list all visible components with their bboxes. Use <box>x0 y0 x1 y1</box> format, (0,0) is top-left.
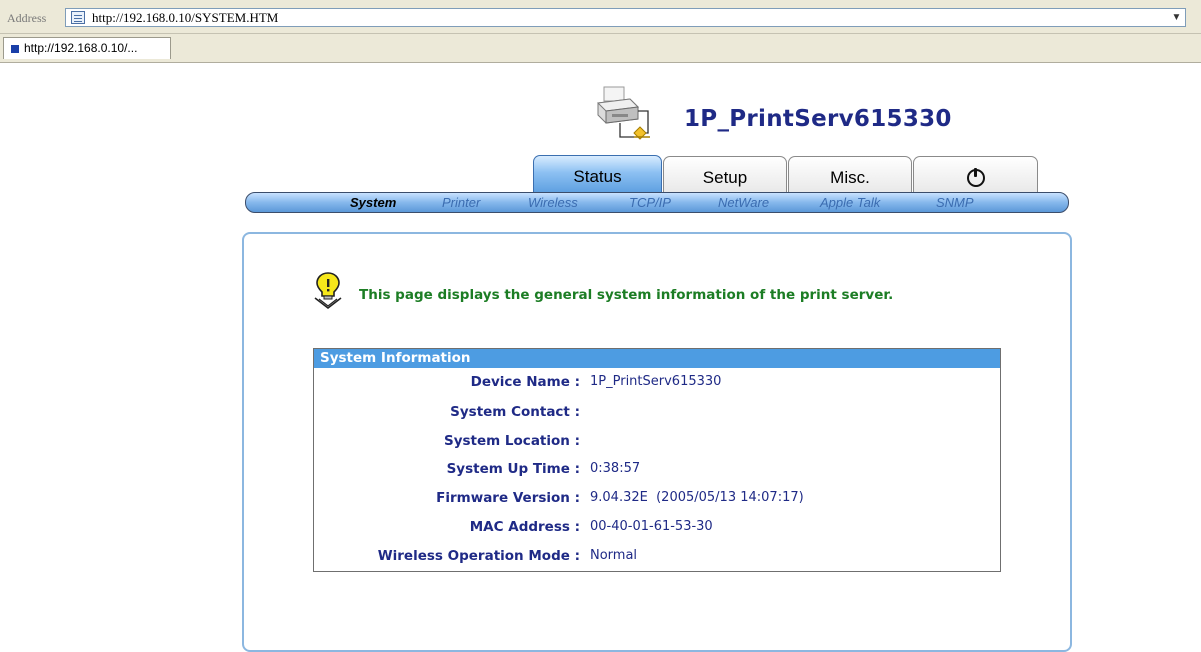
tab-misc[interactable]: Misc. <box>788 156 912 192</box>
mac-value: 00-40-01-61-53-30 <box>590 519 713 534</box>
device-name-value: 1P_PrintServ615330 <box>590 374 722 389</box>
subnav-netware[interactable]: NetWare <box>718 195 769 210</box>
info-row-uptime: System Up Time : 0:38:57 <box>314 461 1000 481</box>
system-contact-label: System Contact : <box>450 404 580 420</box>
uptime-value: 0:38:57 <box>590 461 641 476</box>
info-row-wireless-mode: Wireless Operation Mode : Normal <box>314 548 1000 568</box>
firmware-value: 9.04.32E (2005/05/13 14:07:17) <box>590 490 804 505</box>
subnav-system[interactable]: System <box>350 195 396 210</box>
tab-setup-label: Setup <box>702 168 748 187</box>
tab-status[interactable]: Status <box>533 155 662 193</box>
subnav-tcpip[interactable]: TCP/IP <box>629 195 671 210</box>
wireless-mode-label: Wireless Operation Mode : <box>377 548 580 564</box>
page-icon <box>71 11 85 24</box>
info-row-device-name: Device Name : 1P_PrintServ615330 <box>314 374 1000 394</box>
info-row-system-contact: System Contact : <box>314 404 1000 424</box>
address-input[interactable]: http://192.168.0.10/SYSTEM.HTM ▼ <box>65 8 1186 27</box>
hint-text: This page displays the general system in… <box>359 287 894 303</box>
power-icon <box>966 168 985 187</box>
device-name-label: Device Name : <box>470 374 580 390</box>
info-row-system-location: System Location : <box>314 433 1000 453</box>
device-title: 1P_PrintServ615330 <box>684 106 952 132</box>
info-row-mac: MAC Address : 00-40-01-61-53-30 <box>314 519 1000 539</box>
browser-tab[interactable]: http://192.168.0.10/... <box>3 37 171 59</box>
browser-tab-label: http://192.168.0.10/... <box>24 41 138 55</box>
sub-nav-bar: System Printer Wireless TCP/IP NetWare A… <box>245 192 1069 213</box>
mac-label: MAC Address : <box>469 519 580 535</box>
browser-tab-strip: http://192.168.0.10/... <box>0 34 1201 63</box>
subnav-wireless[interactable]: Wireless <box>528 195 578 210</box>
address-bar: Address http://192.168.0.10/SYSTEM.HTM ▼ <box>0 0 1201 34</box>
tab-status-label: Status <box>573 167 622 186</box>
address-label: Address <box>7 11 47 25</box>
system-info-heading: System Information <box>320 350 471 366</box>
tab-power[interactable] <box>913 156 1038 192</box>
uptime-label: System Up Time : <box>446 461 580 477</box>
tab-misc-label: Misc. <box>830 168 870 187</box>
info-row-firmware: Firmware Version : 9.04.32E (2005/05/13 … <box>314 490 1000 510</box>
tab-favicon-icon <box>11 45 19 53</box>
system-info-header: System Information <box>314 349 1000 368</box>
firmware-label: Firmware Version : <box>436 490 580 506</box>
wireless-mode-value: Normal <box>590 548 638 563</box>
subnav-printer[interactable]: Printer <box>442 195 480 210</box>
address-url[interactable]: http://192.168.0.10/SYSTEM.HTM <box>92 10 278 26</box>
tab-setup[interactable]: Setup <box>663 156 787 192</box>
printer-network-icon <box>596 86 650 140</box>
system-info-table: System Information Device Name : 1P_Prin… <box>313 348 1001 572</box>
system-location-label: System Location : <box>444 433 580 449</box>
lightbulb-icon <box>314 272 342 310</box>
chevron-down-icon[interactable]: ▼ <box>1168 8 1185 27</box>
subnav-snmp[interactable]: SNMP <box>936 195 974 210</box>
subnav-appletalk[interactable]: Apple Talk <box>820 195 880 210</box>
